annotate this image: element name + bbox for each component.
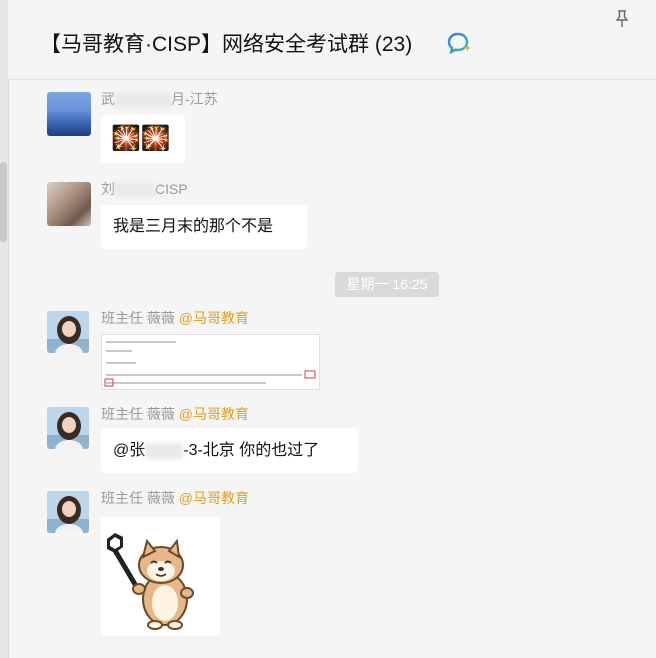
sender-name[interactable]: 武月-江苏 — [101, 89, 218, 109]
chat-header: 【马哥教育·CISP】网络安全考试群 (23) — [8, 0, 656, 80]
avatar[interactable] — [47, 92, 91, 136]
shiba-dog-sticker[interactable] — [101, 517, 220, 636]
avatar[interactable] — [47, 182, 91, 226]
group-title[interactable]: 【马哥教育·CISP】网络安全考试群 (23) — [40, 28, 412, 58]
message-bubble[interactable]: @张 -3-北京 你的也过了 — [101, 428, 358, 473]
message-text: 我是三月末的那个不是 — [113, 218, 274, 235]
sender-name[interactable]: 刘 CISP — [101, 179, 188, 199]
left-panel-edge — [0, 0, 9, 658]
message-text: @张 -3-北京 你的也过了 — [113, 442, 320, 459]
left-scrollbar[interactable] — [0, 162, 7, 242]
sender-name[interactable]: 班主任 薇薇 @马哥教育 — [101, 404, 249, 424]
time-divider: 星期一 16:25 — [335, 272, 439, 297]
message-bubble[interactable]: 🎇🎇 — [101, 115, 185, 163]
fireworks-emoji: 🎇🎇 — [111, 125, 171, 152]
avatar[interactable] — [47, 491, 89, 533]
avatar[interactable] — [47, 311, 89, 353]
message-bubble[interactable]: 我是三月末的那个不是 — [101, 205, 307, 249]
sender-name[interactable]: 班主任 薇薇 @马哥教育 — [101, 488, 249, 508]
avatar[interactable] — [47, 407, 89, 449]
chat-ai-icon[interactable] — [447, 31, 473, 55]
chat-window: 【马哥教育·CISP】网络安全考试群 (23) 武月-江苏 🎇🎇 刘 CISP … — [0, 0, 656, 658]
pin-icon[interactable] — [614, 10, 630, 28]
sender-name[interactable]: 班主任 薇薇 @马哥教育 — [101, 308, 249, 328]
document-image[interactable] — [101, 334, 320, 390]
